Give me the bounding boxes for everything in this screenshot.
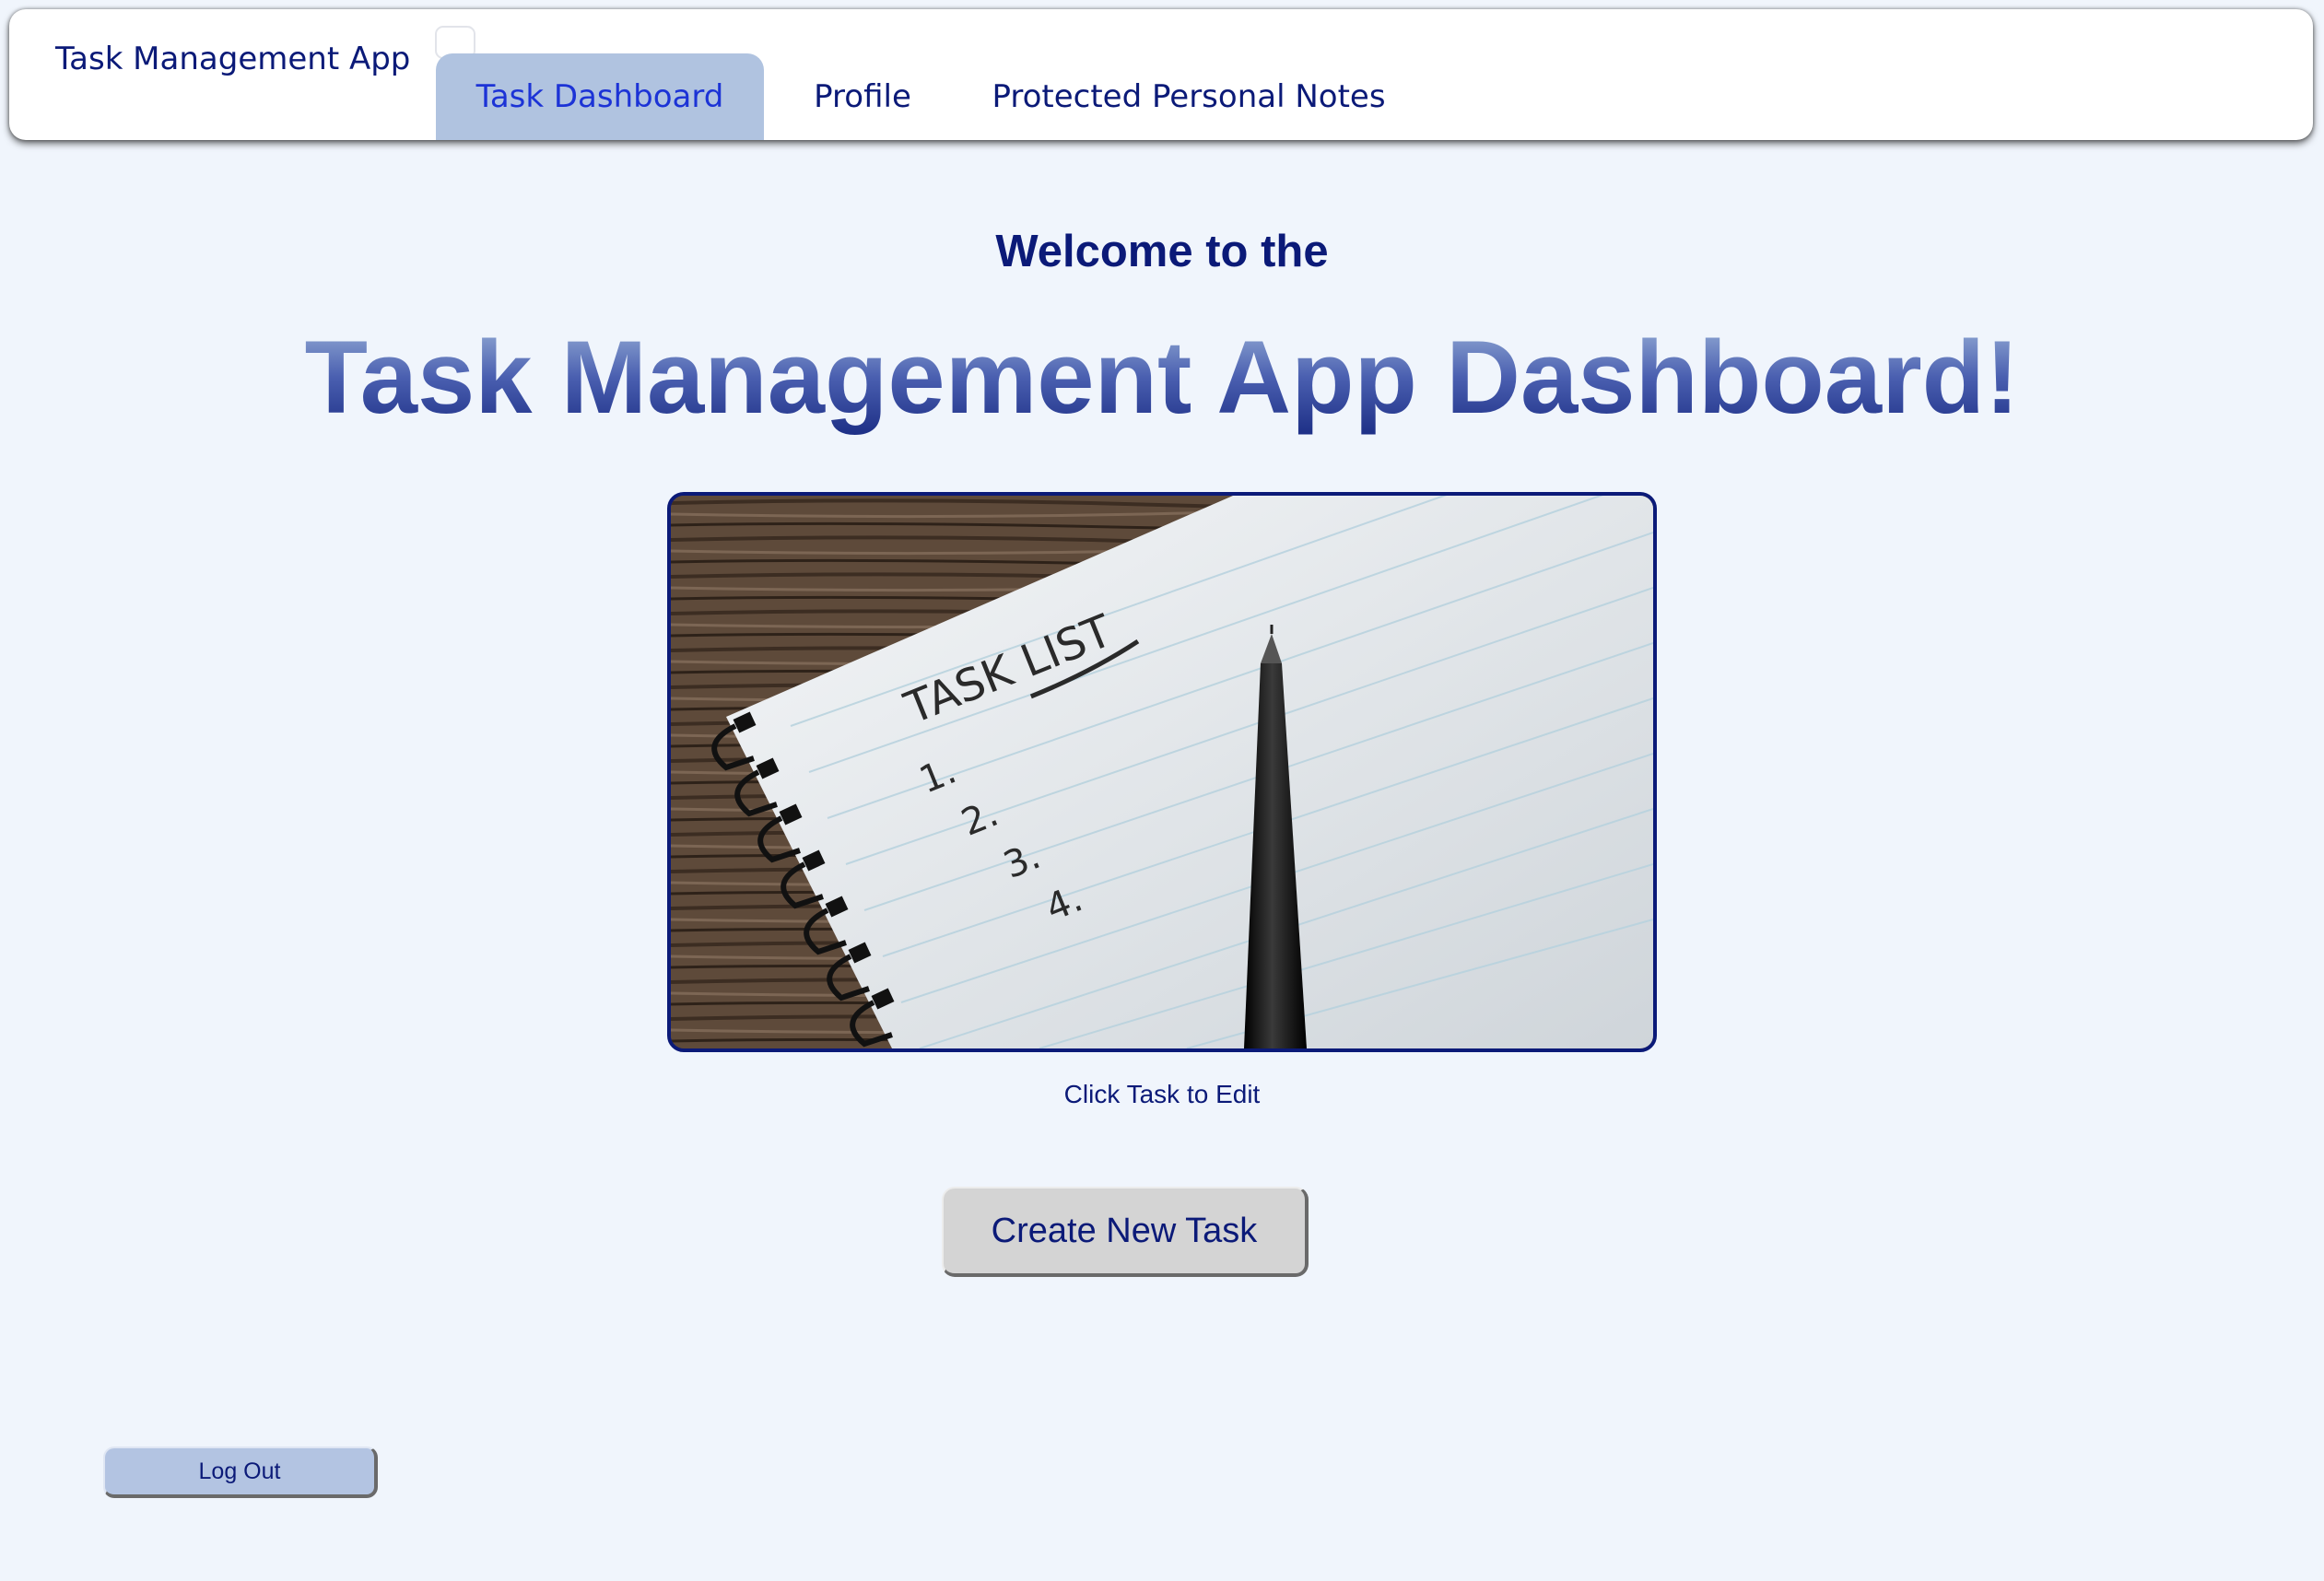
app-brand[interactable]: Task Management App — [55, 41, 410, 77]
top-navbar: Task Management App Task Dashboard Profi… — [9, 9, 2313, 140]
task-list-notebook-image: TASK LIST 1. 2. 3. 4. — [667, 492, 1657, 1052]
tab-protected-personal-notes[interactable]: Protected Personal Notes — [986, 53, 1391, 140]
log-out-button[interactable]: Log Out — [103, 1446, 378, 1498]
tab-profile[interactable]: Profile — [798, 53, 927, 140]
edit-hint-text: Click Task to Edit — [1063, 1080, 1261, 1108]
welcome-heading: Welcome to the — [995, 227, 1329, 276]
tab-task-dashboard[interactable]: Task Dashboard — [436, 53, 764, 140]
create-new-task-button[interactable]: Create New Task — [942, 1187, 1309, 1277]
page-title-text: Task Management App Dashboard! — [304, 320, 2020, 435]
page-title: Task Management App Dashboard! — [0, 313, 2324, 442]
